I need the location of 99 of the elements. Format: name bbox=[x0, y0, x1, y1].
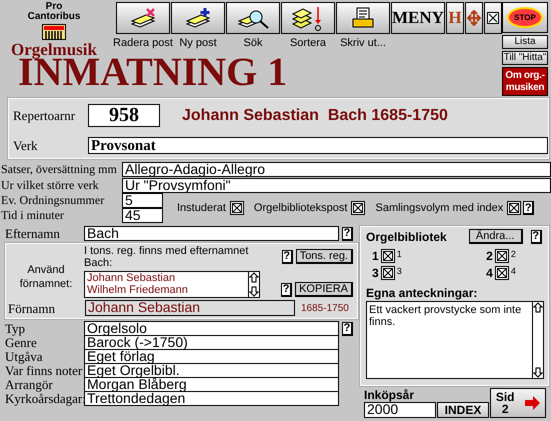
field-label: Verk bbox=[13, 138, 39, 153]
field-label: Ur vilket större verk bbox=[1, 178, 100, 193]
list-item[interactable]: Wilhelm Friedemann bbox=[87, 284, 248, 296]
toolbar-label: Sök bbox=[244, 37, 262, 50]
checkbox[interactable] bbox=[494, 266, 509, 280]
toolbar-button[interactable] bbox=[336, 2, 390, 34]
page-number: 2 bbox=[500, 403, 510, 415]
field-label: Kyrkoårsdagar: bbox=[5, 391, 84, 406]
field-label: Inköpsår bbox=[364, 388, 416, 402]
library-number: 2 bbox=[486, 249, 493, 263]
help-button[interactable]: ? bbox=[281, 282, 292, 296]
field-label: Efternamn bbox=[5, 226, 61, 241]
scroll-up-icon[interactable] bbox=[533, 302, 543, 313]
help-button[interactable]: ? bbox=[342, 322, 353, 336]
side-button[interactable]: Om org.-musiken bbox=[502, 67, 548, 96]
field-label: Utgåva bbox=[5, 349, 44, 364]
menu-button[interactable]: MENY bbox=[391, 2, 445, 34]
close-icon bbox=[487, 12, 499, 24]
help-button[interactable]: ? bbox=[530, 230, 542, 244]
side-button[interactable]: Till "Hitta" bbox=[502, 51, 548, 66]
checkbox[interactable] bbox=[351, 201, 366, 215]
library-note: 2 bbox=[510, 249, 516, 259]
library-number: 1 bbox=[372, 249, 379, 263]
input-field[interactable]: Ur "Provsymfoni" bbox=[122, 178, 551, 193]
work-field[interactable]: Provsonat bbox=[88, 137, 548, 154]
arrow-right-icon bbox=[524, 396, 540, 410]
field-label: Ev. Ordningsnummer bbox=[1, 193, 106, 208]
move-icon bbox=[467, 10, 481, 26]
toolbar-button[interactable] bbox=[226, 2, 280, 34]
life-years: 1685-1750 bbox=[301, 302, 349, 314]
input-field[interactable]: Eget förlag bbox=[84, 349, 339, 364]
copy-button[interactable]: KOPIERA bbox=[295, 282, 353, 297]
surname-field[interactable]: Bach bbox=[84, 226, 339, 241]
toolbar-button[interactable] bbox=[281, 2, 335, 34]
input-field[interactable]: Trettondedagen bbox=[84, 391, 339, 406]
input-field[interactable]: Barock (->1750) bbox=[84, 335, 339, 350]
checkbox[interactable] bbox=[494, 249, 509, 263]
stop-button[interactable]: STOP bbox=[502, 2, 548, 34]
register-info-text: I tons. reg. finns med efternamnet Bach: bbox=[84, 245, 250, 269]
logo-text: Cantoribus bbox=[28, 12, 80, 22]
checkbox-label: Samlingsvolym med index bbox=[375, 202, 504, 214]
toolbar-label: Ny post bbox=[179, 37, 217, 50]
field-label: Genre bbox=[5, 335, 38, 350]
help-button[interactable]: ? bbox=[342, 226, 353, 240]
checkbox[interactable] bbox=[230, 201, 244, 215]
h-button[interactable]: H bbox=[446, 2, 464, 34]
checkbox[interactable] bbox=[380, 266, 395, 280]
list-item[interactable]: Johann Sebastian bbox=[87, 272, 248, 284]
input-field[interactable]: 45 bbox=[122, 208, 163, 223]
library-note: 4 bbox=[510, 266, 516, 276]
checkbox[interactable] bbox=[380, 249, 395, 263]
input-field[interactable]: Eget Orgelbibl. bbox=[84, 363, 339, 378]
printer-icon bbox=[351, 6, 375, 30]
input-field[interactable]: 5 bbox=[122, 193, 163, 208]
field-label: Var finns noter bbox=[5, 363, 84, 378]
notes-label: Egna anteckningar: bbox=[366, 286, 478, 300]
checkbox-label: Orgelbibliotekspost bbox=[254, 202, 348, 214]
register-button[interactable]: Tons. reg. bbox=[296, 249, 353, 264]
field-label: Förnamn bbox=[8, 300, 56, 316]
input-field[interactable]: Morgan Blåberg bbox=[84, 377, 339, 392]
checkbox[interactable] bbox=[507, 201, 522, 215]
toolbar-button[interactable] bbox=[171, 2, 225, 34]
first-name-field[interactable]: Johann Sebastian bbox=[85, 300, 295, 316]
library-number: 4 bbox=[486, 266, 493, 280]
keyboard-icon bbox=[42, 24, 66, 40]
use-first-name-label: Använd förnamnet: bbox=[18, 262, 74, 290]
record-number-field[interactable]: 958 bbox=[88, 104, 160, 127]
field-label: Tid i minuter bbox=[1, 208, 65, 223]
library-note: 1 bbox=[396, 249, 402, 259]
checkbox-label: Instuderat bbox=[177, 202, 226, 214]
help-button[interactable]: ? bbox=[523, 201, 534, 215]
toolbar-label: Skriv ut... bbox=[340, 37, 386, 50]
library-note: 3 bbox=[396, 266, 402, 276]
composer-heading: Johann Sebastian Bach 1685-1750 bbox=[182, 106, 448, 124]
purchase-year-field[interactable]: 2000 bbox=[364, 402, 436, 418]
side-button[interactable]: Lista bbox=[502, 35, 548, 50]
help-button[interactable]: ? bbox=[282, 250, 293, 264]
toolbar-label: Sortera bbox=[290, 37, 326, 50]
library-number: 3 bbox=[372, 266, 379, 280]
index-button[interactable]: INDEX bbox=[437, 402, 489, 418]
field-label: Satser, översättning mm bbox=[1, 162, 118, 177]
field-label: Arrangör bbox=[5, 377, 54, 392]
page-label: Sid bbox=[496, 391, 514, 403]
move-button[interactable] bbox=[465, 2, 483, 34]
scroll-down-icon[interactable] bbox=[249, 286, 259, 297]
next-page-button[interactable]: Sid 2 bbox=[490, 388, 546, 418]
scroll-up-icon[interactable] bbox=[249, 272, 259, 283]
field-label: Repertoarnr bbox=[13, 108, 76, 123]
field-label: Typ bbox=[5, 321, 26, 336]
input-field[interactable]: Allegro-Adagio-Allegro bbox=[122, 162, 551, 177]
section-title: Orgelbibliotek bbox=[366, 230, 447, 244]
toolbar-label: Radera post bbox=[113, 37, 173, 50]
scroll-down-icon[interactable] bbox=[533, 367, 543, 378]
notes-field[interactable]: Ett vackert provstycke som inte finns. bbox=[366, 301, 544, 379]
change-button[interactable]: Ändra... bbox=[468, 229, 523, 244]
toolbar-button[interactable] bbox=[116, 2, 170, 34]
close-button[interactable] bbox=[484, 2, 502, 34]
input-field[interactable]: Orgelsolo bbox=[84, 321, 339, 336]
logo-text: Pro bbox=[46, 2, 62, 12]
